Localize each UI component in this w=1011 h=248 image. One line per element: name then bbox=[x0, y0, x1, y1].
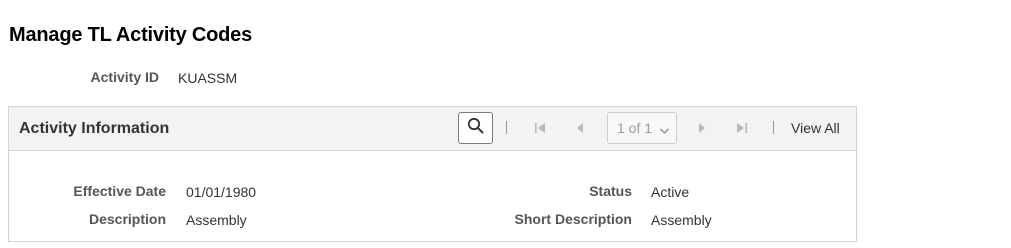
activity-id-row: Activity ID KUASSM bbox=[0, 69, 400, 87]
status-value: Active bbox=[651, 184, 690, 200]
search-icon bbox=[467, 117, 484, 139]
search-button[interactable] bbox=[458, 112, 493, 144]
short-description-label: Short Description bbox=[514, 211, 632, 227]
page-select-value: 1 of 1 bbox=[617, 120, 653, 136]
first-page-icon[interactable] bbox=[533, 120, 547, 136]
page-select[interactable]: 1 of 1 bbox=[607, 112, 677, 144]
effective-date-label: Effective Date bbox=[73, 183, 166, 199]
separator bbox=[506, 121, 507, 134]
section-header: Activity Information 1 of 1 View All bbox=[9, 107, 856, 151]
previous-icon[interactable] bbox=[573, 120, 587, 136]
page-title: Manage TL Activity Codes bbox=[9, 24, 253, 46]
last-page-icon[interactable] bbox=[735, 120, 749, 136]
description-label: Description bbox=[88, 211, 166, 227]
chevron-down-icon bbox=[659, 123, 670, 139]
status-label: Status bbox=[589, 183, 632, 199]
activity-information-section: Activity Information 1 of 1 View All Eff… bbox=[8, 106, 857, 242]
view-all-link[interactable]: View All bbox=[791, 120, 840, 136]
section-title: Activity Information bbox=[19, 120, 170, 137]
next-icon[interactable] bbox=[695, 120, 709, 136]
activity-id-value: KUASSM bbox=[178, 70, 238, 86]
separator bbox=[773, 121, 774, 134]
short-description-value: Assembly bbox=[651, 212, 712, 228]
description-value: Assembly bbox=[186, 212, 247, 228]
effective-date-value: 01/01/1980 bbox=[186, 184, 257, 200]
activity-id-label: Activity ID bbox=[90, 69, 159, 85]
